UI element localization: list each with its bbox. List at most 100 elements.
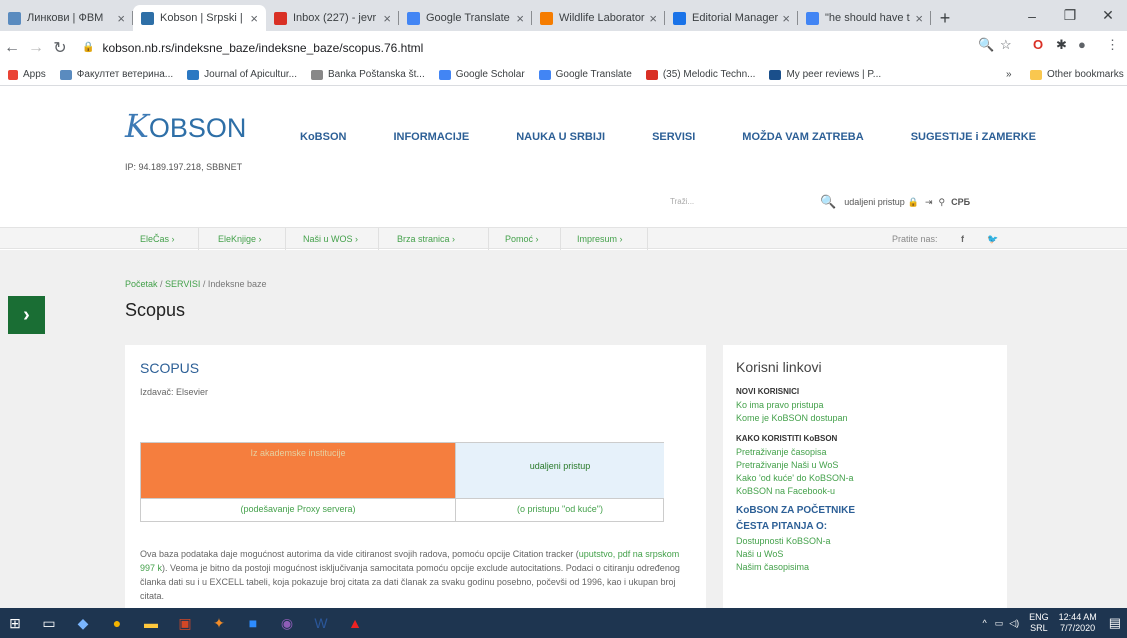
nav-nauka[interactable]: NAUKA U SRBIJI — [516, 131, 605, 143]
beginners-link[interactable]: KoBSON ZA POČETNIKE — [736, 505, 1007, 516]
subnav-brza-stranica[interactable]: Brza stranica › — [397, 234, 455, 244]
sidebar-link[interactable]: Našim časopisima — [736, 561, 1007, 574]
chrome-icon[interactable]: ● — [102, 608, 132, 638]
subnav-nasi-u-wos[interactable]: Naši u WOS › — [303, 234, 358, 244]
volume-icon[interactable]: ◁) — [1009, 618, 1019, 629]
tab[interactable]: Inbox (227) - jevr × — [266, 5, 399, 31]
tab[interactable]: Editorial Manager × — [665, 5, 798, 31]
bookmark-item[interactable]: My peer reviews | P... — [769, 69, 881, 80]
bookmark-item[interactable]: Google Scholar — [438, 69, 525, 80]
sidebar-link[interactable]: Kome je KoBSON dostupan — [736, 412, 1007, 425]
new-tab-button[interactable]: + — [931, 5, 959, 31]
subnav-eleknjige[interactable]: EleKnjige › — [218, 234, 262, 244]
zoom-icon[interactable]: ■ — [238, 608, 268, 638]
tab[interactable]: Линкови | ФВМ × — [0, 5, 133, 31]
bookmark-apps[interactable]: Apps — [8, 69, 46, 80]
remote-access-link[interactable]: udaljeni pristup — [844, 197, 905, 207]
url-input[interactable]: 🔒 kobson.nb.rs/indeksne_baze/indeksne_ba… — [82, 36, 1012, 60]
app-icon[interactable]: ◆ — [68, 608, 98, 638]
search-input[interactable]: Traži... — [660, 192, 820, 212]
subnav-impresum[interactable]: Impresum › — [577, 234, 623, 244]
file-explorer-icon[interactable]: ▬ — [136, 608, 166, 638]
app-icon[interactable]: ✦ — [204, 608, 234, 638]
nav-kobson[interactable]: KoBSON — [300, 131, 346, 143]
academic-access-cell[interactable]: Iz akademske institucije — [141, 443, 455, 498]
bookmark-item[interactable]: Google Translate — [538, 69, 632, 80]
nav-sugestije[interactable]: SUGESTIJE i ZAMERKE — [911, 131, 1036, 143]
close-tab-icon[interactable]: × — [649, 11, 657, 26]
remote-access-cell[interactable]: udaljeni pristup — [455, 443, 664, 498]
back-icon[interactable]: ← — [0, 39, 24, 57]
useful-links-panel: Korisni linkovi NOVI KORISNICI Ko ima pr… — [723, 345, 1007, 615]
windows-start-icon[interactable]: ⊞ — [0, 608, 30, 638]
sidebar-link[interactable]: Pretraživanje Naši u WoS — [736, 459, 1007, 472]
maximize-button[interactable]: ❐ — [1051, 0, 1089, 31]
bookmark-item[interactable]: Banka Poštanska št... — [311, 69, 425, 80]
sitemap-icon[interactable]: ⚲ — [939, 197, 946, 208]
bookmark-item[interactable]: (35) Melodic Techn... — [645, 69, 755, 80]
word-icon[interactable]: W — [306, 608, 336, 638]
menu-icon[interactable]: ⋮ — [1106, 37, 1119, 53]
subnav-pomoc[interactable]: Pomoć › — [505, 234, 539, 244]
sidebar-link[interactable]: Naši u WoS — [736, 548, 1007, 561]
breadcrumb-servisi[interactable]: SERVISI — [165, 279, 200, 289]
twitter-icon[interactable]: 🐦 — [987, 234, 998, 245]
network-icon[interactable]: ▭ — [995, 618, 1004, 629]
language-indicator[interactable]: ENG SRL — [1029, 612, 1049, 634]
page-title: Scopus — [125, 300, 186, 320]
star-icon[interactable]: ☆ — [1000, 37, 1012, 53]
viber-icon[interactable]: ◉ — [272, 608, 302, 638]
close-window-button[interactable]: ✕ — [1089, 0, 1127, 31]
close-tab-icon[interactable]: × — [516, 11, 524, 26]
login-icon[interactable]: ⇥ — [925, 197, 933, 208]
acrobat-icon[interactable]: ▲ — [340, 608, 370, 638]
close-tab-icon[interactable]: × — [383, 11, 391, 26]
tab-active[interactable]: Kobson | Srpski | S × — [133, 5, 266, 31]
proxy-settings-link[interactable]: (podešavanje Proxy servera) — [141, 498, 455, 522]
sidebar-link[interactable]: Pretraživanje časopisa — [736, 446, 1007, 459]
bookmark-item[interactable]: Journal of Apicultur... — [187, 69, 297, 80]
zoom-icon[interactable]: 🔍 — [978, 37, 994, 53]
section-heading: NOVI KORISNICI — [736, 387, 800, 396]
language-link[interactable]: СРБ — [951, 197, 970, 207]
tab[interactable]: "he should have t × — [798, 5, 931, 31]
translate-icon — [538, 69, 551, 80]
window-controls: – ❐ ✕ — [1013, 0, 1127, 31]
tab[interactable]: Wildlife Laborator × — [532, 5, 665, 31]
nav-mozda[interactable]: MOŽDA VAM ZATREBA — [742, 131, 863, 143]
kobson-logo[interactable]: KOBSON — [125, 107, 246, 145]
tray-chevron-icon[interactable]: ^ — [982, 618, 986, 628]
close-tab-icon[interactable]: × — [117, 11, 125, 26]
sidebar-link[interactable]: Dostupnosti KoBSON-a — [736, 535, 1007, 548]
bookmark-item[interactable]: Факултет ветерина... — [59, 69, 173, 80]
sidebar-link[interactable]: Kako 'od kuće' do KoBSON-a — [736, 472, 1007, 485]
home-access-link[interactable]: (o pristupu "od kuće") — [455, 498, 664, 522]
other-bookmarks[interactable]: Other bookmarks — [1030, 69, 1124, 80]
nav-servisi[interactable]: SERVISI — [652, 131, 695, 143]
close-tab-icon[interactable]: × — [782, 11, 790, 26]
close-tab-icon[interactable]: × — [250, 11, 258, 26]
sidebar-link[interactable]: Ko ima pravo pristupa — [736, 399, 1007, 412]
facebook-icon[interactable]: f — [961, 234, 964, 244]
close-tab-icon[interactable]: × — [915, 11, 923, 26]
clock[interactable]: 12:44 AM 7/7/2020 — [1059, 612, 1097, 634]
sidebar-link[interactable]: KoBSON na Facebook-u — [736, 485, 1007, 498]
notifications-icon[interactable]: ▤ — [1109, 615, 1121, 631]
forward-icon[interactable]: → — [24, 39, 48, 57]
opera-icon[interactable]: O — [1033, 37, 1043, 52]
breadcrumb-pocetak[interactable]: Početak — [125, 279, 158, 289]
bookmarks-overflow-icon[interactable]: » — [1006, 69, 1012, 80]
nav-informacije[interactable]: INFORMACIJE — [393, 131, 469, 143]
side-panel-toggle[interactable]: › — [8, 296, 45, 334]
extensions-icon[interactable]: ✱ — [1056, 37, 1067, 53]
favicon-icon — [187, 69, 200, 80]
search-icon[interactable]: 🔍 — [820, 194, 836, 210]
tab[interactable]: Google Translate × — [399, 5, 532, 31]
profile-icon[interactable]: ● — [1078, 37, 1086, 52]
task-view-icon[interactable]: ▭ — [34, 608, 64, 638]
subnav-elecas[interactable]: ElеČas › — [140, 234, 175, 244]
minimize-button[interactable]: – — [1013, 0, 1051, 31]
lock-icon[interactable]: 🔒 — [908, 197, 919, 208]
reload-icon[interactable]: ↻ — [48, 38, 72, 58]
powerpoint-icon[interactable]: ▣ — [170, 608, 200, 638]
